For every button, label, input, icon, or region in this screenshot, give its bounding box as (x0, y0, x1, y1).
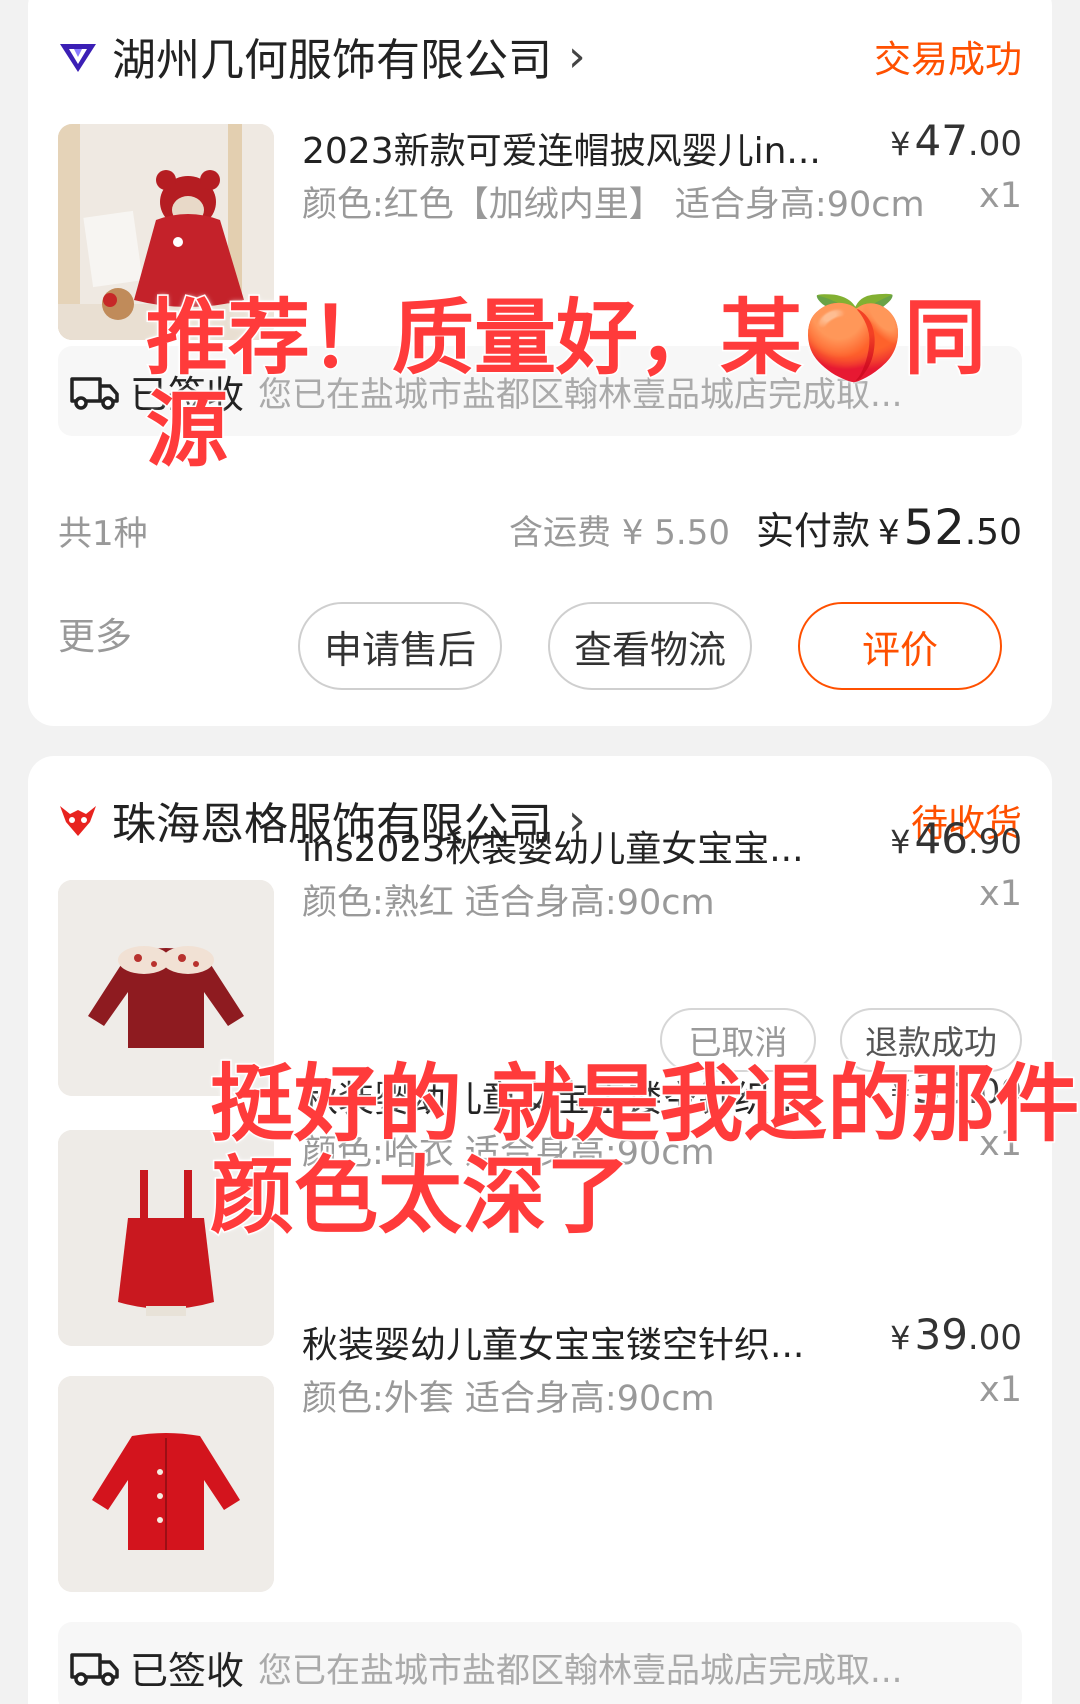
overlay-caption: 颜色太深了 (208, 1147, 631, 1245)
overlay-caption: 挺好的 就是我退的那件 (208, 1055, 1080, 1153)
shipping-fee: 含运费 ¥ 5.50 (509, 513, 730, 553)
order-status: 交易成功 (874, 38, 1022, 81)
after-sales-button[interactable]: 申请售后 (298, 602, 502, 690)
logistics-status: 已签收 (130, 1648, 245, 1693)
product-spec: 颜色:红色【加绒内里】 适合身高:90cm (302, 185, 925, 225)
product-spec: 颜色:外套 适合身高:90cm (302, 1379, 715, 1419)
product-quantity: x1 (979, 874, 1022, 914)
product-quantity: x1 (979, 176, 1022, 216)
chevron-right-icon[interactable]: › (568, 31, 586, 82)
price-decimal: .00 (967, 124, 1022, 164)
price-decimal: .00 (967, 1318, 1022, 1358)
product-photo-cardigan (58, 1376, 274, 1592)
price-integer: 47 (914, 116, 968, 165)
paid-label: 实付款 (756, 509, 871, 553)
payment-summary: 含运费 ¥ 5.50 实付款 ¥ 52 .50 (509, 500, 1022, 556)
currency-symbol: ¥ (890, 823, 911, 861)
currency-symbol: ¥ (890, 1319, 911, 1357)
currency-symbol: ¥ (878, 513, 900, 553)
shop-logo-icon (60, 44, 96, 72)
view-logistics-button[interactable]: 查看物流 (548, 602, 752, 690)
currency-symbol: ¥ (890, 125, 911, 163)
paid-integer: 52 (903, 500, 965, 556)
product-title[interactable]: ins2023秋装婴幼儿童女宝宝... (302, 820, 822, 872)
product-price: ¥47.00 (890, 116, 1022, 165)
product-spec: 颜色:熟红 适合身高:90cm (302, 883, 715, 923)
product-title[interactable]: 2023新款可爱连帽披风婴儿in... (302, 122, 822, 174)
shop-header[interactable]: 湖州几何服饰有限公司 › 交易成功 (58, 26, 1022, 86)
paid-decimal: .50 (964, 512, 1022, 553)
logistics-detail: 您已在盐城市盐都区翰林壹品城店完成取... (258, 1650, 903, 1691)
overlay-caption: 源 (144, 383, 229, 478)
delivery-truck-icon (70, 1653, 119, 1686)
review-button[interactable]: 评价 (798, 602, 1002, 690)
item-count: 共1种 (58, 514, 148, 554)
delivery-truck-icon (70, 377, 119, 410)
product-price: ¥46.90 (890, 814, 1022, 863)
price-integer: 46 (914, 814, 968, 863)
price-decimal: .90 (967, 822, 1022, 862)
shop-logo-icon (60, 806, 96, 836)
product-quantity: x1 (979, 1370, 1022, 1410)
shop-name[interactable]: 湖州几何服饰有限公司 (112, 24, 552, 88)
product-image[interactable] (58, 1376, 274, 1592)
more-button[interactable]: 更多 (58, 606, 132, 660)
logistics-info[interactable]: 已签收 您已在盐城市盐都区翰林壹品城店完成取... (58, 1622, 1022, 1704)
overlay-caption: 推荐！质量好，某🍑同 (144, 291, 987, 386)
price-integer: 39 (914, 1310, 968, 1359)
product-title[interactable]: 秋装婴幼儿童女宝宝镂空针织... (302, 1316, 822, 1368)
product-price: ¥39.00 (890, 1310, 1022, 1359)
